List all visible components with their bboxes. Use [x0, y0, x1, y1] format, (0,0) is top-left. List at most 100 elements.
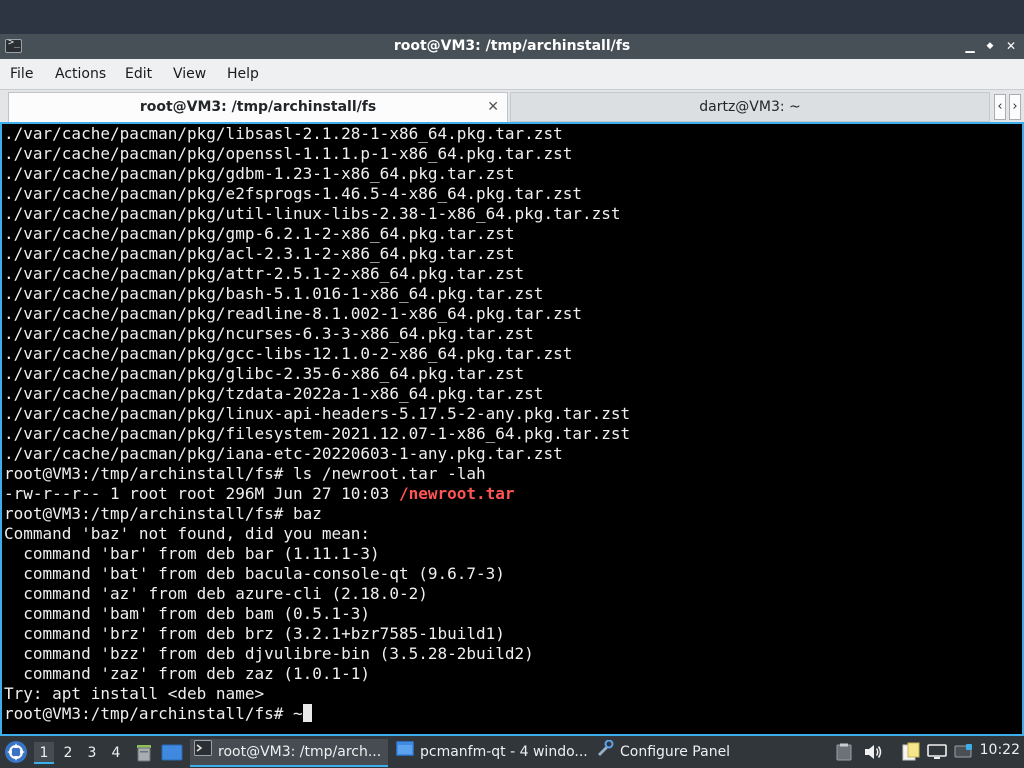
- terminal-line-text: -rw-r--r-- 1 root root 296M Jun 27 10:03: [4, 484, 399, 503]
- menu-actions[interactable]: Actions: [55, 66, 106, 82]
- display-icon[interactable]: [927, 743, 947, 765]
- terminal-line-text: ./var/cache/pacman/pkg/ncurses-6.3-3-x86…: [4, 324, 534, 343]
- terminal-line: ./var/cache/pacman/pkg/gcc-libs-12.1.0-2…: [4, 344, 572, 364]
- terminal-line: command 'bzz' from deb djvulibre-bin (3.…: [4, 644, 534, 664]
- close-button[interactable]: ✕: [1003, 37, 1019, 55]
- terminal-line-text: ./var/cache/pacman/pkg/glibc-2.35-6-x86_…: [4, 364, 525, 383]
- terminal-line: command 'zaz' from deb zaz (1.0.1-1): [4, 664, 370, 684]
- task-label: root@VM3: /tmp/arch...: [218, 744, 382, 760]
- terminal-line-text: ./var/cache/pacman/pkg/libsasl-2.1.28-1-…: [4, 124, 563, 143]
- menu-view[interactable]: View: [173, 66, 206, 82]
- taskbar-task-terminal[interactable]: root@VM3: /tmp/arch...: [190, 739, 388, 767]
- terminal-line-text: ./var/cache/pacman/pkg/acl-2.3.1-2-x86_6…: [4, 244, 515, 263]
- terminal-line-text: command 'bat' from deb bacula-console-qt…: [4, 564, 505, 583]
- tab-label: root@VM3: /tmp/archinstall/fs: [139, 99, 377, 115]
- terminal-line-text: command 'bam' from deb bam (0.5.1-3): [4, 604, 371, 623]
- terminal-line: command 'bat' from deb bacula-console-qt…: [4, 564, 505, 584]
- minimize-button[interactable]: ▁: [962, 37, 978, 55]
- workspace-4-button[interactable]: 4: [106, 742, 126, 764]
- folder-icon: [396, 739, 414, 765]
- menu-help[interactable]: Help: [227, 66, 259, 82]
- terminal-line: command 'bar' from deb bar (1.11.1-3): [4, 544, 380, 564]
- tab-scroll-right-button[interactable]: ›: [1009, 94, 1021, 120]
- network-icon[interactable]: [954, 743, 974, 765]
- terminal-line: root@VM3:/tmp/archinstall/fs# ls /newroo…: [4, 464, 486, 484]
- terminal-line: Command 'baz' not found, did you mean:: [4, 524, 370, 544]
- tab-label: dartz@VM3: ~: [699, 99, 801, 115]
- terminal-line: command 'bam' from deb bam (0.5.1-3): [4, 604, 370, 624]
- terminal-line-text: root@VM3:/tmp/archinstall/fs# ~: [4, 704, 303, 723]
- terminal-line: ./var/cache/pacman/pkg/readline-8.1.002-…: [4, 304, 582, 324]
- terminal-line: ./var/cache/pacman/pkg/util-linux-libs-2…: [4, 204, 621, 224]
- maximize-button[interactable]: ◆: [982, 37, 998, 55]
- menu-bar: File Actions Edit View Help: [0, 59, 1024, 89]
- terminal-line: ./var/cache/pacman/pkg/iana-etc-20220603…: [4, 444, 563, 464]
- terminal-line-text: ./var/cache/pacman/pkg/util-linux-libs-2…: [4, 204, 621, 223]
- taskbar-task-configure-panel[interactable]: Configure Panel: [592, 739, 742, 767]
- terminal-line: ./var/cache/pacman/pkg/ncurses-6.3-3-x86…: [4, 324, 534, 344]
- highlighted-filename: /newroot.tar: [398, 484, 515, 503]
- terminal-line: ./var/cache/pacman/pkg/openssl-1.1.1.p-1…: [4, 144, 572, 164]
- terminal-line: ./var/cache/pacman/pkg/bash-5.1.016-1-x8…: [4, 284, 543, 304]
- menu-file[interactable]: File: [10, 66, 33, 82]
- taskbar: 1 2 3 4 root@VM3: /tmp/arch... pcmanfm-q…: [0, 736, 1024, 768]
- volume-icon[interactable]: [863, 743, 883, 765]
- workspace-3-button[interactable]: 3: [82, 742, 102, 764]
- terminal-line: ./var/cache/pacman/pkg/gdbm-1.23-1-x86_6…: [4, 164, 515, 184]
- terminal-line-text: command 'az' from deb azure-cli (2.18.0-…: [4, 584, 428, 603]
- terminal-line-text: ./var/cache/pacman/pkg/iana-etc-20220603…: [4, 444, 563, 463]
- terminal-line: ./var/cache/pacman/pkg/libsasl-2.1.28-1-…: [4, 124, 563, 144]
- terminal-icon: [194, 739, 212, 765]
- terminal-line-text: command 'brz' from deb brz (3.2.1+bzr758…: [4, 624, 505, 643]
- terminal-line: -rw-r--r-- 1 root root 296M Jun 27 10:03…: [4, 484, 515, 504]
- terminal-line-text: Command 'baz' not found, did you mean:: [4, 524, 371, 543]
- terminal-line-text: command 'zaz' from deb zaz (1.0.1-1): [4, 664, 371, 683]
- terminal-line-text: Try: apt install <deb name>: [4, 684, 265, 703]
- terminal-line-text: ./var/cache/pacman/pkg/tzdata-2022a-1-x8…: [4, 384, 544, 403]
- show-desktop-icon[interactable]: [161, 743, 183, 767]
- terminal-line: ./var/cache/pacman/pkg/e2fsprogs-1.46.5-…: [4, 184, 582, 204]
- workspace-2-button[interactable]: 2: [58, 742, 78, 764]
- workspace-1-button[interactable]: 1: [34, 742, 54, 764]
- terminal-line-text: root@VM3:/tmp/archinstall/fs# baz: [4, 504, 322, 523]
- task-label: Configure Panel: [620, 744, 731, 760]
- desktop-background: [0, 0, 1024, 34]
- taskbar-clock[interactable]: 10:22: [980, 742, 1020, 758]
- terminal-line: ./var/cache/pacman/pkg/glibc-2.35-6-x86_…: [4, 364, 524, 384]
- terminal-line-text: ./var/cache/pacman/pkg/gcc-libs-12.1.0-2…: [4, 344, 573, 363]
- terminal-window: >_ root@VM3: /tmp/archinstall/fs ▁ ◆ ✕ F…: [0, 34, 1024, 736]
- terminal-line-text: ./var/cache/pacman/pkg/gmp-6.2.1-2-x86_6…: [4, 224, 515, 243]
- terminal-line-text: ./var/cache/pacman/pkg/gdbm-1.23-1-x86_6…: [4, 164, 515, 183]
- terminal-line-text: command 'bar' from deb bar (1.11.1-3): [4, 544, 380, 563]
- taskbar-task-pcmanfm[interactable]: pcmanfm-qt - 4 windo...: [392, 739, 588, 767]
- terminal-line: ./var/cache/pacman/pkg/linux-api-headers…: [4, 404, 630, 424]
- trash-icon[interactable]: [134, 743, 154, 767]
- terminal-output[interactable]: ./var/cache/pacman/pkg/libsasl-2.1.28-1-…: [0, 122, 1024, 736]
- terminal-line: ./var/cache/pacman/pkg/gmp-6.2.1-2-x86_6…: [4, 224, 515, 244]
- terminal-line-text: ./var/cache/pacman/pkg/openssl-1.1.1.p-1…: [4, 144, 573, 163]
- terminal-line: ./var/cache/pacman/pkg/attr-2.5.1-2-x86_…: [4, 264, 524, 284]
- terminal-line: root@VM3:/tmp/archinstall/fs# baz: [4, 504, 322, 524]
- terminal-line-text: ./var/cache/pacman/pkg/filesystem-2021.1…: [4, 424, 631, 443]
- tab-bar: root@VM3: /tmp/archinstall/fs ✕ dartz@VM…: [0, 89, 1024, 122]
- terminal-line: command 'brz' from deb brz (3.2.1+bzr758…: [4, 624, 505, 644]
- tab-root-archinstall[interactable]: root@VM3: /tmp/archinstall/fs ✕: [8, 92, 508, 122]
- clipboard-icon[interactable]: [836, 743, 852, 765]
- panel-settings-icon: [596, 739, 614, 765]
- terminal-line-text: ./var/cache/pacman/pkg/linux-api-headers…: [4, 404, 631, 423]
- tab-close-icon[interactable]: ✕: [487, 93, 499, 121]
- notes-icon[interactable]: [901, 742, 921, 766]
- terminal-line: root@VM3:/tmp/archinstall/fs# ~: [4, 704, 312, 724]
- terminal-line: Try: apt install <deb name>: [4, 684, 264, 704]
- window-titlebar[interactable]: >_ root@VM3: /tmp/archinstall/fs ▁ ◆ ✕: [0, 34, 1024, 59]
- window-title: root@VM3: /tmp/archinstall/fs: [393, 38, 631, 54]
- tab-scroll-left-button[interactable]: ‹: [994, 94, 1006, 120]
- terminal-line: ./var/cache/pacman/pkg/acl-2.3.1-2-x86_6…: [4, 244, 515, 264]
- terminal-line-text: ./var/cache/pacman/pkg/e2fsprogs-1.46.5-…: [4, 184, 582, 203]
- terminal-line-text: ./var/cache/pacman/pkg/bash-5.1.016-1-x8…: [4, 284, 544, 303]
- menu-edit[interactable]: Edit: [125, 66, 152, 82]
- terminal-line: ./var/cache/pacman/pkg/filesystem-2021.1…: [4, 424, 630, 444]
- start-menu-icon[interactable]: [4, 740, 28, 768]
- terminal-line-text: ./var/cache/pacman/pkg/readline-8.1.002-…: [4, 304, 582, 323]
- tab-dartz-home[interactable]: dartz@VM3: ~: [510, 92, 990, 122]
